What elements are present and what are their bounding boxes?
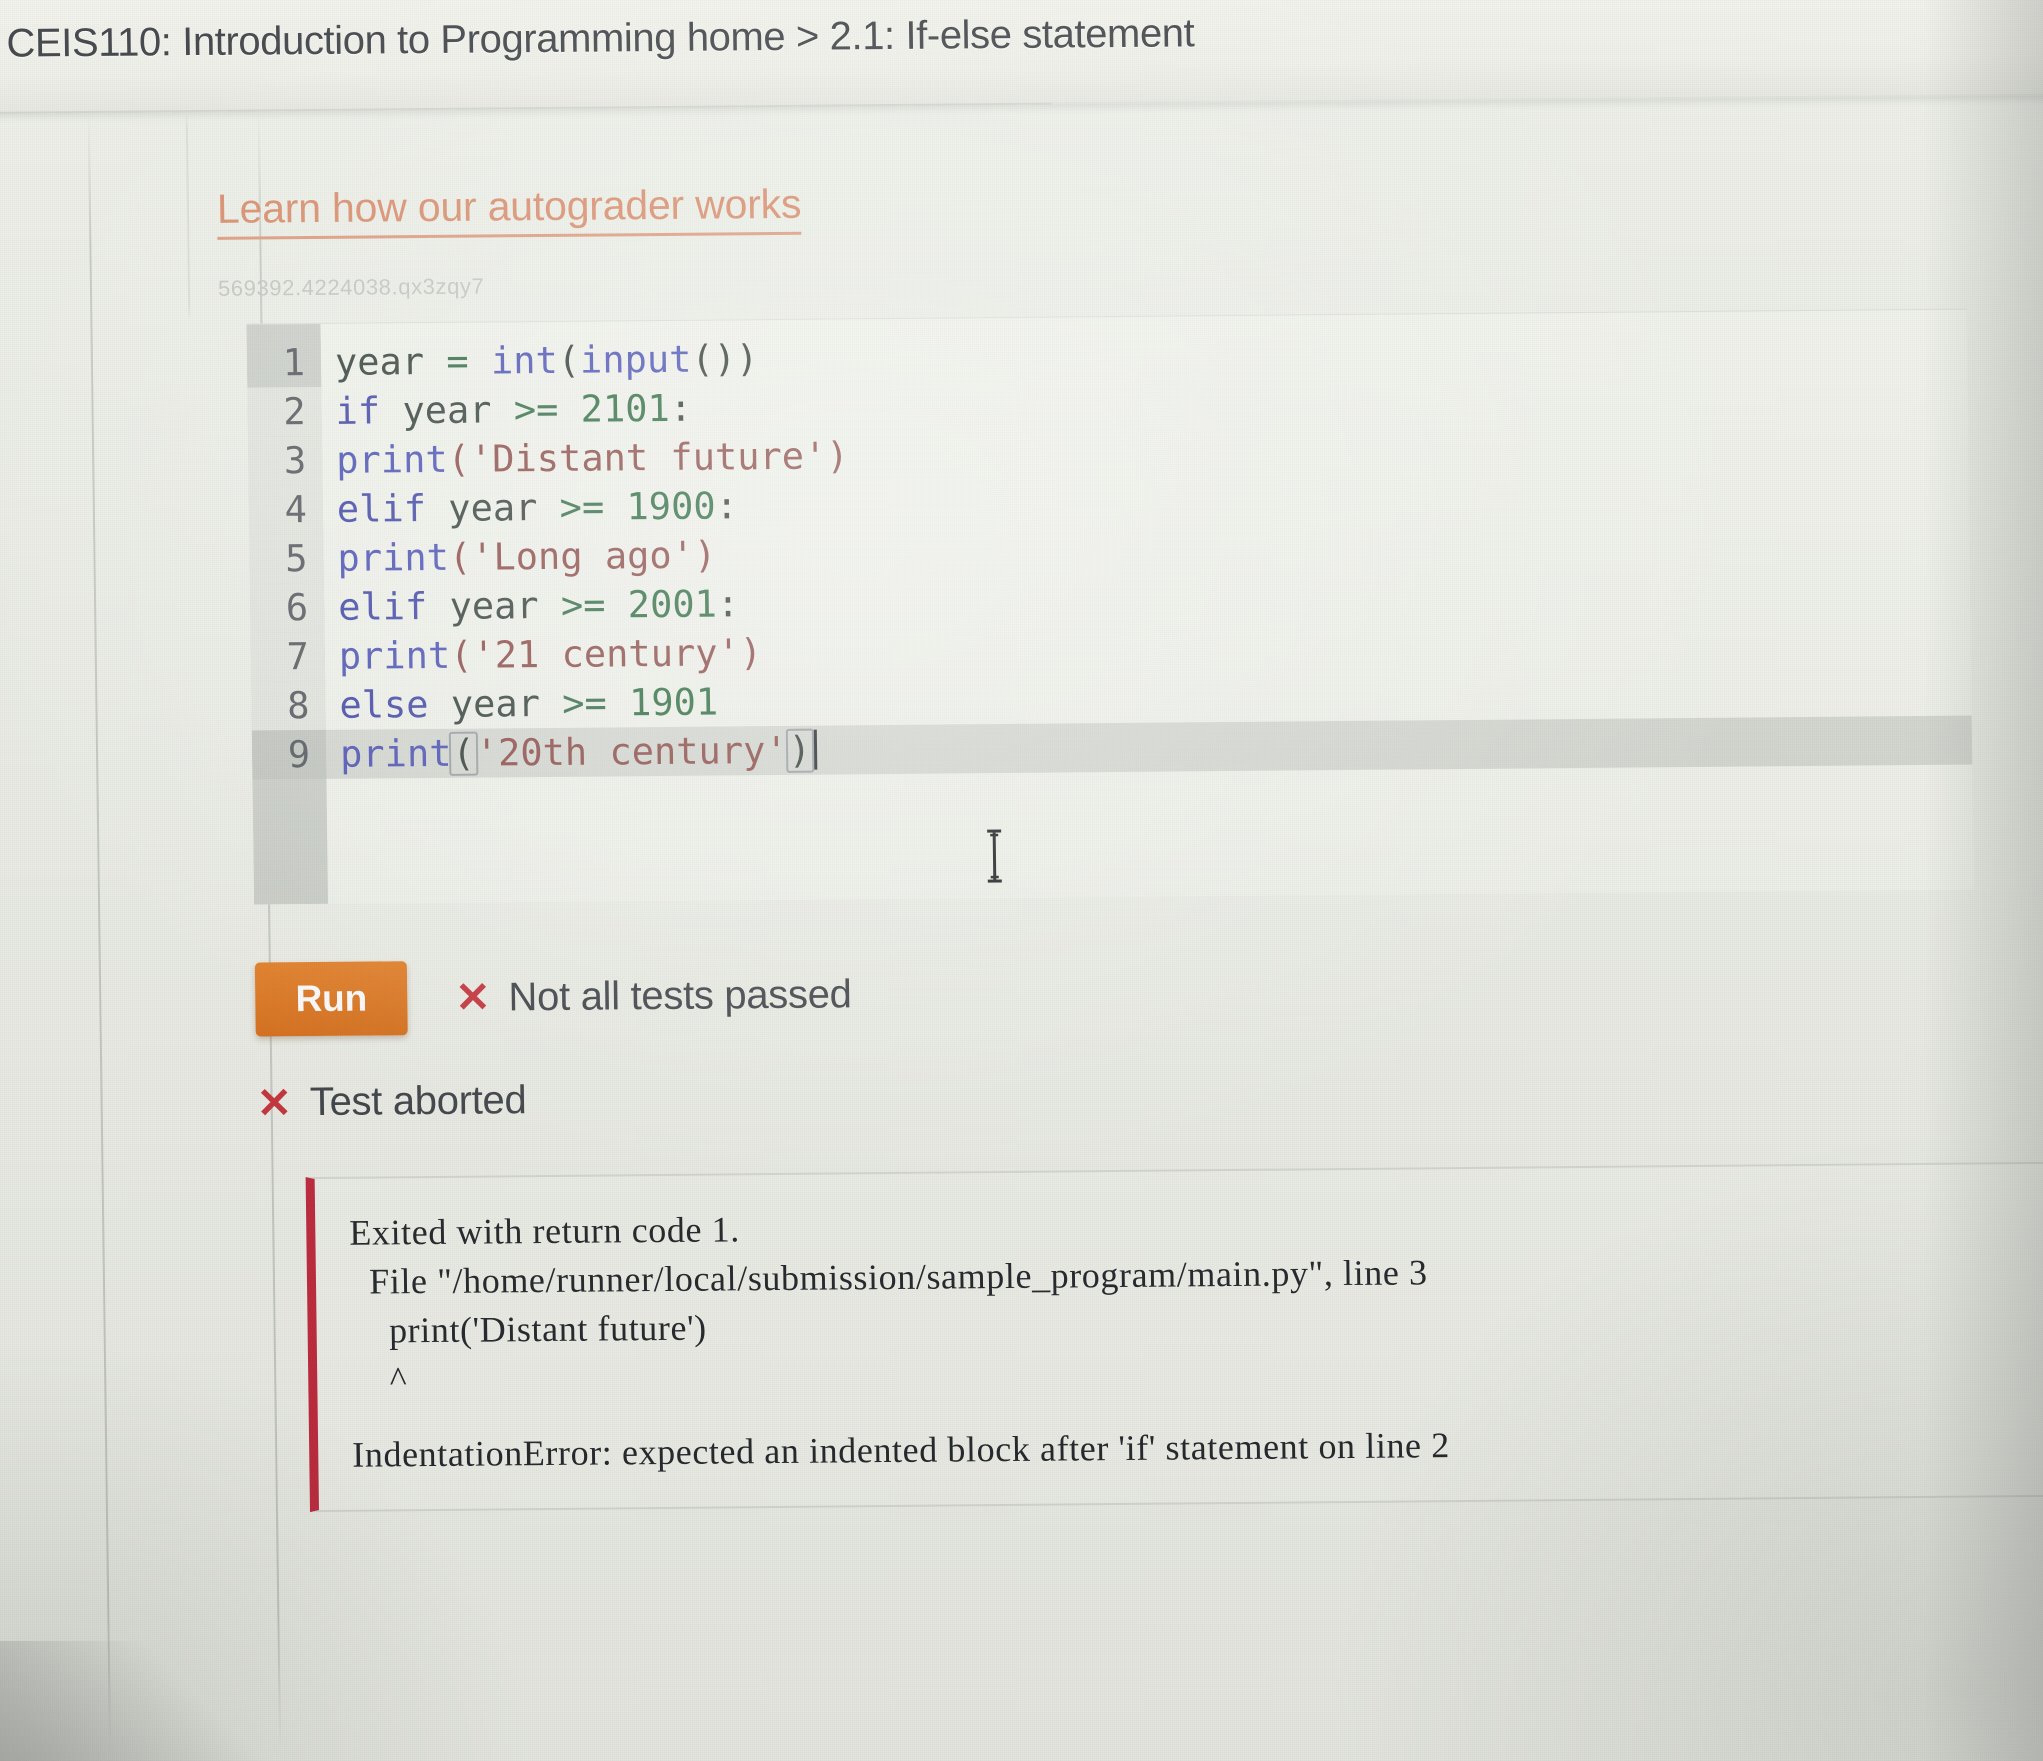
token-string: ('Long ago') [448, 533, 717, 579]
token-keyword: elif [336, 487, 427, 531]
x-mark-icon: ✕ [256, 1078, 293, 1127]
token-function: print [338, 633, 451, 678]
token-string: ('21 century') [449, 631, 763, 677]
line-number: 6 [249, 582, 325, 633]
token-number: 1901 [606, 680, 719, 725]
token-name: year [426, 583, 562, 629]
x-mark-icon: ✕ [454, 973, 491, 1021]
run-row: Run ✕ Not all tests passed [254, 947, 2043, 1037]
line-source[interactable]: if year >= 2101: [321, 384, 692, 436]
token-number: 2101 [558, 386, 671, 431]
token-name: year [428, 681, 563, 727]
line-source[interactable]: year = int(input()) [321, 334, 759, 387]
token-function: print [337, 535, 450, 580]
run-button[interactable]: Run [254, 961, 408, 1037]
token-colon: : [715, 484, 739, 528]
line-source[interactable]: print('20th century') [326, 726, 818, 779]
token-name: year [334, 340, 425, 384]
matching-bracket-close: ) [785, 728, 815, 773]
token-operator: >= [559, 485, 605, 529]
token-string: ('Distant future') [447, 434, 849, 481]
line-source[interactable]: else year >= 1901 [325, 677, 718, 729]
line-source[interactable]: elif year >= 1900: [323, 481, 739, 534]
screenshot-photo: > CEIS110: Introduction to Programming h… [0, 0, 2043, 1761]
code-pane[interactable]: 1 year = int(input()) 2 if year >= 2101:… [246, 310, 1973, 780]
autograder-link[interactable]: Learn how our autograder works [216, 180, 802, 240]
token-paren-close: ()) [691, 337, 759, 381]
line-number: 3 [247, 435, 323, 486]
screen-surface: > CEIS110: Introduction to Programming h… [0, 0, 2043, 1761]
token-function-inner: input [579, 337, 692, 382]
token-keyword: if [335, 389, 381, 433]
line-number: 2 [247, 386, 322, 437]
line-number: 5 [249, 533, 324, 584]
page-divider-aux [185, 112, 191, 323]
token-operator: >= [560, 583, 606, 627]
text-caret [813, 729, 818, 770]
line-source[interactable]: print('Long ago') [323, 531, 716, 583]
aborted-row: ✕ Test aborted [256, 1065, 2043, 1126]
token-function: print [335, 437, 448, 482]
token-operator: >= [561, 681, 608, 725]
line-number: 4 [248, 484, 324, 535]
token-colon: : [669, 386, 693, 430]
line-source[interactable]: print('Distant future') [322, 431, 849, 485]
token-number: 1900 [603, 484, 716, 529]
token-number: 2001 [605, 582, 718, 627]
token-function: print [339, 731, 452, 776]
line-number: 7 [250, 631, 326, 682]
line-number: 8 [251, 680, 326, 731]
test-status-label: Not all tests passed [508, 971, 852, 1019]
test-status: ✕ Not all tests passed [454, 971, 852, 1021]
test-aborted-label: Test aborted [309, 1078, 527, 1125]
token-equals: = [446, 339, 469, 383]
line-number: 1 [246, 337, 322, 388]
error-output-panel: Exited with return code 1. File "/home/r… [305, 1161, 2043, 1513]
page-divider-left [87, 112, 112, 1753]
submission-id: 569392.4224038.qx3zqy7 [217, 273, 485, 301]
token-name: year [379, 388, 515, 433]
line-source[interactable]: elif year >= 2001: [324, 579, 740, 632]
token-keyword: else [339, 683, 429, 727]
token-name: year [425, 485, 560, 531]
line-number: 9 [251, 729, 327, 780]
code-editor[interactable]: 1 year = int(input()) 2 if year >= 2101:… [246, 308, 1974, 905]
matching-bracket-open: ( [449, 731, 479, 776]
token-operator: >= [513, 387, 559, 432]
token-keyword: elif [337, 585, 428, 629]
lab-content: Learn how our autograder works 569392.42… [216, 118, 2043, 1513]
token-function: int [490, 338, 559, 383]
token-string: '20th century' [475, 728, 788, 775]
token-paren: ( [557, 338, 581, 382]
token-colon: : [716, 582, 740, 626]
token-operator [424, 340, 447, 383]
line-source[interactable]: print('21 century') [324, 628, 763, 681]
breadcrumb[interactable]: > CEIS110: Introduction to Programming h… [0, 11, 1195, 67]
